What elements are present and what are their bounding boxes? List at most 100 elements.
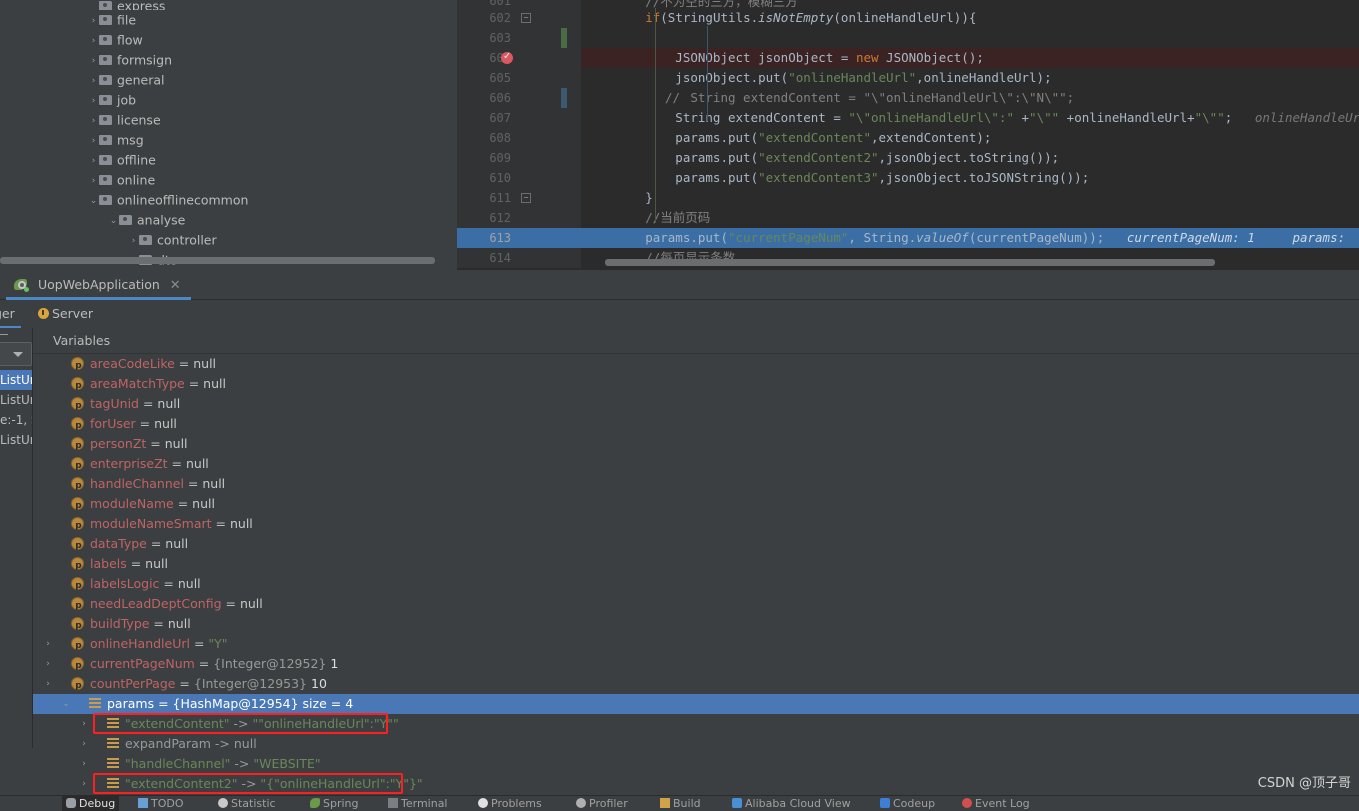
code-line-603[interactable]: 603	[457, 28, 1359, 48]
line-number[interactable]: 603	[457, 28, 519, 48]
line-number[interactable]: 601	[457, 0, 519, 8]
variable-row[interactable]: areaMatchType = null	[33, 374, 1359, 396]
status-item-codeup[interactable]: Codeup	[880, 796, 935, 811]
code-line-610[interactable]: 610 params.put("extendContent3",jsonObje…	[457, 168, 1359, 188]
line-number[interactable]: 611	[457, 188, 519, 208]
chevron-right-icon[interactable]: ›	[88, 51, 99, 71]
variable-row[interactable]: handleChannel = null	[33, 474, 1359, 496]
fold-column[interactable]	[519, 88, 537, 108]
line-number[interactable]: 605	[457, 68, 519, 88]
variable-row[interactable]: › "extendContent" -> ""onlineHandleUrl":"…	[33, 714, 1359, 734]
chevron-right-icon[interactable]: ›	[41, 634, 55, 654]
code-line-613[interactable]: 613 params.put("currentPageNum", String.…	[457, 228, 1359, 248]
variable-row[interactable]: dataType = null	[33, 534, 1359, 556]
variable-row[interactable]: forUser = null	[33, 414, 1359, 436]
chevron-right-icon[interactable]: ›	[128, 231, 139, 251]
tree-item-online[interactable]: › online	[0, 170, 457, 190]
status-item-problems[interactable]: Problems	[478, 796, 542, 811]
chevron-right-icon[interactable]: ›	[88, 111, 99, 131]
chevron-right-icon[interactable]: ›	[88, 71, 99, 91]
status-item-todo[interactable]: TODO	[138, 796, 184, 811]
thread-selector-combo[interactable]	[0, 342, 32, 366]
variable-row[interactable]: tagUnid = null	[33, 394, 1359, 416]
variable-row[interactable]: › countPerPage = {Integer@12953} 10	[33, 674, 1359, 696]
code-line-604[interactable]: 604 JSONObject jsonObject = new JSONObje…	[457, 47, 1359, 68]
chevron-right-icon[interactable]: ›	[41, 654, 55, 674]
tree-item-onlineofflinecommon[interactable]: ⌄ onlineofflinecommon	[0, 190, 457, 210]
chevron-right-icon[interactable]: ›	[88, 31, 99, 51]
status-item-build[interactable]: Build	[660, 796, 701, 811]
variable-row[interactable]: › "extendContent2" -> "{"onlineHandleUrl"…	[33, 774, 1359, 794]
editor-horizontal-scrollbar[interactable]	[605, 259, 1215, 266]
fold-column[interactable]	[519, 128, 537, 148]
status-item-statistic[interactable]: Statistic	[218, 796, 276, 811]
tree-item-file[interactable]: › file	[0, 10, 457, 30]
status-item-spring[interactable]: Spring	[310, 796, 359, 811]
chevron-down-icon[interactable]: ⌄	[59, 694, 73, 714]
status-item-terminal[interactable]: Terminal	[388, 796, 448, 811]
tree-item-controller[interactable]: › controller	[0, 230, 457, 250]
fold-column[interactable]	[519, 0, 537, 8]
variable-row[interactable]: moduleNameSmart = null	[33, 514, 1359, 536]
fold-column[interactable]	[519, 168, 537, 188]
frame-item[interactable]: ListUn	[0, 370, 32, 390]
tree-item-license[interactable]: › license	[0, 110, 457, 130]
status-item-event-log[interactable]: Event Log	[962, 796, 1030, 811]
fold-column[interactable]	[519, 148, 537, 168]
chevron-right-icon[interactable]: ›	[88, 131, 99, 151]
line-number[interactable]: 606	[457, 88, 519, 108]
chevron-right-icon[interactable]: ›	[77, 774, 91, 794]
line-number[interactable]: 609	[457, 148, 519, 168]
frame-item[interactable]: ListUn	[0, 390, 32, 410]
variable-row[interactable]: › expandParam -> null	[33, 734, 1359, 754]
chevron-down-icon[interactable]: ⌄	[88, 191, 99, 211]
line-number[interactable]: 612	[457, 208, 519, 228]
variable-row[interactable]: personZt = null	[33, 434, 1359, 456]
variable-row[interactable]: labelsLogic = null	[33, 574, 1359, 596]
status-item-debug[interactable]: Debug	[62, 796, 120, 811]
variable-row[interactable]: areaCodeLike = null	[33, 354, 1359, 376]
chevron-right-icon[interactable]: ›	[77, 754, 91, 774]
code-line-609[interactable]: 609 params.put("extendContent2",jsonObje…	[457, 148, 1359, 168]
variable-row[interactable]: labels = null	[33, 554, 1359, 576]
breakpoint-icon[interactable]	[501, 47, 513, 67]
fold-column[interactable]	[519, 48, 537, 68]
fold-column[interactable]	[519, 248, 537, 268]
chevron-right-icon[interactable]: ›	[88, 171, 99, 191]
frame-item[interactable]: e:-1, S	[0, 410, 32, 430]
tree-item-msg[interactable]: › msg	[0, 130, 457, 150]
variable-row[interactable]: › currentPageNum = {Integer@12952} 1	[33, 654, 1359, 676]
chevron-right-icon[interactable]: ›	[88, 91, 99, 111]
frames-panel[interactable]: ListUn ListUn e:-1, S ListUn	[0, 328, 33, 748]
variables-list[interactable]: areaCodeLike = nullareaMatchType = nullt…	[33, 354, 1359, 794]
tree-item-formsign[interactable]: › formsign	[0, 50, 457, 70]
code-line-601[interactable]: 601 //不为空的三方，模糊三方	[457, 0, 1359, 8]
code-line-608[interactable]: 608 params.put("extendContent",extendCon…	[457, 128, 1359, 148]
variable-row[interactable]: moduleName = null	[33, 494, 1359, 516]
chevron-right-icon[interactable]: ›	[77, 734, 91, 754]
variable-row[interactable]: needLeadDeptConfig = null	[33, 594, 1359, 616]
chevron-right-icon[interactable]: ›	[77, 714, 91, 734]
line-number[interactable]: 613	[457, 228, 519, 248]
code-line-602[interactable]: 602 if(StringUtils.isNotEmpty(onlineHand…	[457, 8, 1359, 28]
code-line-612[interactable]: 612 //当前页码	[457, 208, 1359, 228]
chevron-down-icon[interactable]: ⌄	[108, 211, 119, 231]
fold-column[interactable]	[519, 108, 537, 128]
variable-row[interactable]: ⌄ params = {HashMap@12954} size = 4	[33, 694, 1359, 714]
variable-row[interactable]: › "handleChannel" -> "WEBSITE"	[33, 754, 1359, 774]
line-number[interactable]: 610	[457, 168, 519, 188]
status-item-alibaba-cloud-view[interactable]: Alibaba Cloud View	[732, 796, 851, 811]
tree-item-express[interactable]: express	[0, 0, 457, 10]
tree-item-job[interactable]: › job	[0, 90, 457, 110]
code-editor[interactable]: 601 //不为空的三方，模糊三方 602 if(StringUtils.isNo…	[457, 0, 1359, 270]
line-number[interactable]: 614	[457, 248, 519, 268]
fold-marker[interactable]: −	[521, 193, 531, 203]
close-icon[interactable]: ✕	[170, 278, 181, 293]
code-line-605[interactable]: 605 jsonObject.put("onlineHandleUrl",onl…	[457, 68, 1359, 88]
tree-item-flow[interactable]: › flow	[0, 30, 457, 50]
code-line-611[interactable]: 611 } −	[457, 188, 1359, 208]
frame-item[interactable]: ListUn	[0, 430, 32, 450]
line-number[interactable]: 608	[457, 128, 519, 148]
fold-marker[interactable]: −	[521, 13, 531, 23]
project-tree-panel[interactable]: express › file › flow › formsign › general › job › l…	[0, 0, 457, 270]
